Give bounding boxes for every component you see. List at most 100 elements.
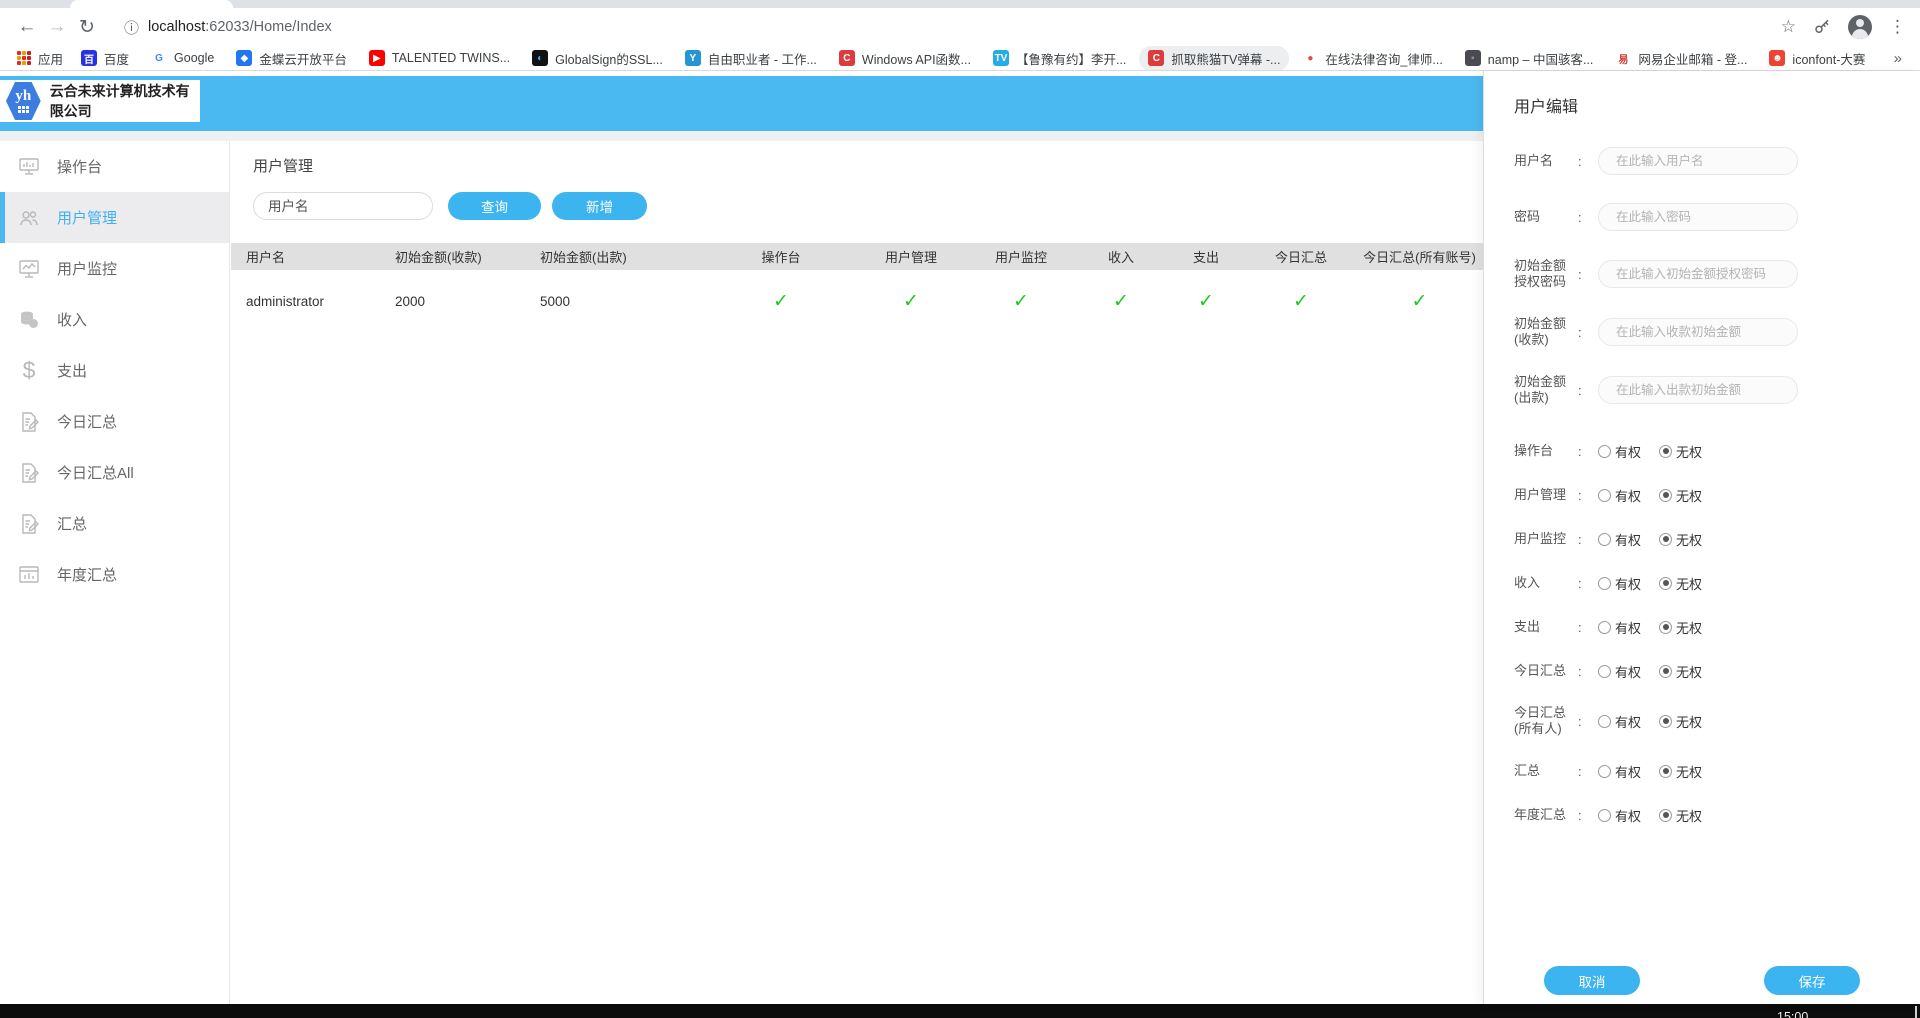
sidebar-item-console[interactable]: 操作台 <box>0 141 229 192</box>
radio-option-authorized[interactable]: 有权 <box>1598 712 1641 731</box>
permission-radio-row: 用户管理 : 有权 无权 <box>1484 473 1920 517</box>
check-icon: ✓ <box>1166 290 1246 313</box>
radio-option-authorized[interactable]: 有权 <box>1598 442 1641 461</box>
radio-selected-icon[interactable] <box>1659 715 1672 728</box>
bookmarks-overflow-icon[interactable]: » <box>1894 50 1912 67</box>
bookmark-item[interactable]: C Windows API函数... <box>830 46 980 71</box>
radio-unselected-icon[interactable] <box>1598 445 1611 458</box>
bookmark-item[interactable]: ▶ TALENTED TWINS... <box>360 47 519 69</box>
sidebar-item-annual-summary[interactable]: 年度汇总 <box>0 549 229 600</box>
bookmark-item[interactable]: 易 网易企业邮箱 - 登... <box>1606 46 1756 71</box>
radio-selected-icon[interactable] <box>1659 665 1672 678</box>
radio-unselected-icon[interactable] <box>1598 577 1611 590</box>
field-label: 收入 <box>1514 575 1578 591</box>
forward-icon[interactable]: → <box>42 16 72 38</box>
form-field-row: 密码 : <box>1484 189 1920 245</box>
radio-option-unauthorized[interactable]: 无权 <box>1659 442 1702 461</box>
taskbar-tick <box>1915 1006 1917 1018</box>
form-input[interactable] <box>1598 318 1798 346</box>
sidebar-item-expense[interactable]: $ 支出 <box>0 345 229 396</box>
radio-option-authorized[interactable]: 有权 <box>1598 662 1641 681</box>
radio-option-unauthorized[interactable]: 无权 <box>1659 530 1702 549</box>
add-button[interactable]: 新增 <box>552 192 647 220</box>
bookmark-item[interactable]: 百 百度 <box>72 46 138 71</box>
page-info-icon[interactable]: ⓘ <box>124 17 139 38</box>
sidebar-item-user-monitor[interactable]: 用户监控 <box>0 243 229 294</box>
save-button[interactable]: 保存 <box>1764 966 1860 995</box>
logo-hexagon-icon: yh <box>6 82 41 120</box>
profile-avatar[interactable] <box>1848 15 1872 39</box>
radio-selected-icon[interactable] <box>1659 489 1672 502</box>
radio-unselected-icon[interactable] <box>1598 489 1611 502</box>
radio-selected-icon[interactable] <box>1659 577 1672 590</box>
permission-radio-row: 今日汇总 : 有权 无权 <box>1484 649 1920 693</box>
bookmark-favicon: ● <box>1302 50 1318 66</box>
radio-option-unauthorized[interactable]: 无权 <box>1659 574 1702 593</box>
sidebar-item-user-management[interactable]: 用户管理 <box>0 192 229 243</box>
field-label: 汇总 <box>1514 763 1578 779</box>
password-key-icon[interactable] <box>1813 18 1831 36</box>
radio-option-authorized[interactable]: 有权 <box>1598 530 1641 549</box>
radio-option-unauthorized[interactable]: 无权 <box>1659 662 1702 681</box>
radio-selected-icon[interactable] <box>1659 809 1672 822</box>
back-icon[interactable]: ← <box>12 16 42 38</box>
bookmark-item[interactable]: ● 在线法律咨询_律师... <box>1293 46 1451 71</box>
radio-unselected-icon[interactable] <box>1598 715 1611 728</box>
sidebar-item-today-summary[interactable]: 今日汇总 <box>0 396 229 447</box>
sidebar-item-today-summary-all[interactable]: 今日汇总All <box>0 447 229 498</box>
bookmark-item[interactable]: TV 【鲁豫有约】李开... <box>984 46 1135 71</box>
sidebar-item-income[interactable]: 收入 <box>0 294 229 345</box>
bookmark-favicon: ◆ <box>236 50 252 66</box>
radio-option-authorized[interactable]: 有权 <box>1598 574 1641 593</box>
radio-selected-icon[interactable] <box>1659 445 1672 458</box>
bookmark-item[interactable]: ▪ namp – 中国骇客... <box>1456 46 1603 71</box>
sidebar-item-summary[interactable]: 汇总 <box>0 498 229 549</box>
bookmark-item[interactable]: ☻ iconfont-大赛 <box>1760 46 1874 71</box>
radio-option-unauthorized[interactable]: 无权 <box>1659 486 1702 505</box>
table-row[interactable]: administrator 2000 5000 ✓ ✓ ✓ ✓ ✓ ✓ ✓ <box>231 270 1483 332</box>
form-input[interactable] <box>1598 147 1798 175</box>
bookmark-apps[interactable]: 应用 <box>8 46 72 71</box>
radio-unselected-icon[interactable] <box>1598 621 1611 634</box>
permission-radio-row: 收入 : 有权 无权 <box>1484 561 1920 605</box>
active-tab-bottom[interactable] <box>70 0 233 8</box>
taskbar-sliver: 15:00 <box>0 1004 1920 1018</box>
radio-selected-icon[interactable] <box>1659 621 1672 634</box>
query-button[interactable]: 查询 <box>448 192 541 220</box>
bookmark-item[interactable]: C 抓取熊猫TV弹幕 -... <box>1139 46 1289 71</box>
form-input[interactable] <box>1598 260 1798 288</box>
taskbar-clock: 15:00 <box>1777 1010 1808 1018</box>
radio-unselected-icon[interactable] <box>1598 765 1611 778</box>
field-label: 初始金额授权密码 <box>1514 258 1578 290</box>
cancel-button[interactable]: 取消 <box>1544 966 1640 995</box>
bookmark-item[interactable]: Y 自由职业者 - 工作... <box>676 46 826 71</box>
radio-option-authorized[interactable]: 有权 <box>1598 618 1641 637</box>
radio-option-unauthorized[interactable]: 无权 <box>1659 618 1702 637</box>
radio-option-authorized[interactable]: 有权 <box>1598 486 1641 505</box>
radio-unselected-icon[interactable] <box>1598 665 1611 678</box>
radio-option-unauthorized[interactable]: 无权 <box>1659 762 1702 781</box>
username-search-input[interactable] <box>253 192 433 220</box>
form-input[interactable] <box>1598 203 1798 231</box>
radio-option-unauthorized[interactable]: 无权 <box>1659 806 1702 825</box>
radio-option-authorized[interactable]: 有权 <box>1598 762 1641 781</box>
field-label: 密码 <box>1514 209 1578 225</box>
radio-option-authorized[interactable]: 有权 <box>1598 806 1641 825</box>
screen: ← → ↻ ⓘ localhost:62033/Home/Index ☆ ⋮ 应… <box>0 0 1920 1018</box>
bookmark-star-icon[interactable]: ☆ <box>1781 17 1796 37</box>
radio-option-unauthorized[interactable]: 无权 <box>1659 712 1702 731</box>
company-name: 云合未来计算机技术有限公司 <box>50 81 200 121</box>
radio-unselected-icon[interactable] <box>1598 809 1611 822</box>
bookmark-item[interactable]: G Google <box>142 47 223 69</box>
bookmark-item[interactable]: ◆ 金蝶云开放平台 <box>227 46 356 71</box>
radio-unselected-icon[interactable] <box>1598 533 1611 546</box>
radio-selected-icon[interactable] <box>1659 533 1672 546</box>
bookmark-item[interactable]: ◐ GlobalSign的SSL... <box>523 46 672 71</box>
bookmark-favicon: C <box>1148 50 1164 66</box>
reload-icon[interactable]: ↻ <box>72 16 102 39</box>
form-input[interactable] <box>1598 376 1798 404</box>
radio-selected-icon[interactable] <box>1659 765 1672 778</box>
url-bar[interactable]: ⓘ localhost:62033/Home/Index <box>112 12 1781 42</box>
chrome-menu-icon[interactable]: ⋮ <box>1889 17 1906 37</box>
apps-grid-icon <box>17 51 31 65</box>
